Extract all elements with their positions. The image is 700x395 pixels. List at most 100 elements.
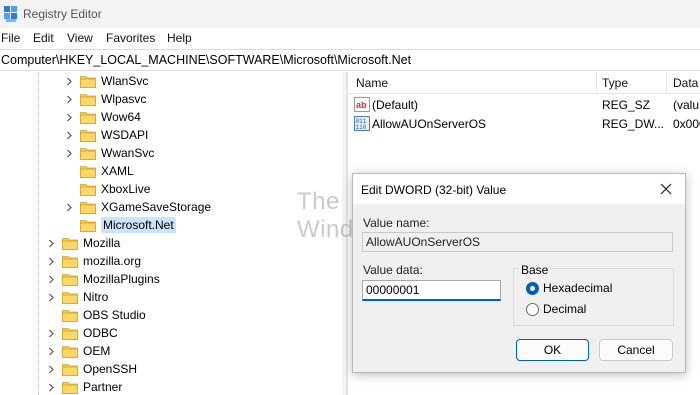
tree-item-label: WlanSvc	[101, 74, 149, 88]
edit-dword-dialog: Edit DWORD (32-bit) Value Value name: Al…	[352, 173, 686, 373]
tree-item[interactable]: XAML	[64, 162, 134, 180]
menu-edit[interactable]: Edit	[33, 31, 54, 45]
value-type: REG_SZ	[602, 98, 651, 112]
value-type: REG_DW...	[602, 117, 665, 131]
value-data-label: Value data:	[363, 263, 423, 277]
chevron-right-icon[interactable]	[46, 252, 56, 270]
tree-item-label: MozillaPlugins	[83, 272, 160, 286]
tree-item-label: Mozilla	[83, 236, 121, 250]
chevron-right-icon[interactable]	[64, 144, 74, 162]
chevron-right-icon[interactable]	[46, 234, 56, 252]
tree-item[interactable]: OpenSSH	[46, 360, 137, 378]
tree-item[interactable]: WlanSvc	[64, 72, 148, 90]
address-bar[interactable]: Computer\HKEY_LOCAL_MACHINE\SOFTWARE\Mic…	[0, 49, 700, 71]
tree-item-label: OpenSSH	[83, 362, 138, 376]
value-name: (Default)	[372, 98, 419, 112]
chevron-right-icon[interactable]	[46, 342, 56, 360]
hexadecimal-radio[interactable]	[526, 282, 539, 295]
value-data-input[interactable]	[362, 280, 501, 301]
title-bar: Registry Editor	[0, 0, 700, 28]
tree-item[interactable]: Wlpasvc	[64, 90, 146, 108]
close-icon[interactable]	[659, 182, 673, 196]
column-name-header[interactable]: Name	[356, 76, 388, 90]
registry-editor-icon	[4, 6, 17, 22]
tree-item[interactable]: Mozilla	[46, 234, 120, 252]
folder-icon	[80, 111, 96, 124]
tree-item-label: XAML	[101, 164, 134, 178]
value-data: (valu	[673, 98, 700, 112]
tree-item[interactable]: WSDAPI	[64, 126, 148, 144]
tree-item[interactable]: OEM	[46, 342, 110, 360]
folder-icon	[62, 363, 78, 376]
chevron-right-icon[interactable]	[64, 126, 74, 144]
tree-item[interactable]: Nitro	[46, 288, 108, 306]
folder-icon	[80, 165, 96, 178]
chevron-right-icon[interactable]	[46, 324, 56, 342]
tree-item[interactable]: Microsoft.Net	[64, 216, 176, 234]
ok-button[interactable]: OK	[516, 339, 589, 361]
tree-item-label: OBS Studio	[83, 308, 146, 322]
folder-icon	[80, 219, 96, 232]
list-row[interactable]: 011 110 AllowAUOnServerOS REG_DW... 0x00…	[348, 115, 700, 133]
chevron-right-icon[interactable]	[46, 378, 56, 395]
folder-icon	[62, 381, 78, 394]
menu-file[interactable]: File	[1, 31, 20, 45]
string-value-icon: ab	[354, 97, 370, 112]
value-name-field: AllowAUOnServerOS	[362, 232, 673, 252]
list-row[interactable]: ab (Default) REG_SZ (valu	[348, 96, 700, 114]
binary-value-icon: 011 110	[354, 116, 370, 131]
chevron-right-icon[interactable]	[64, 108, 74, 126]
dialog-title-bar[interactable]: Edit DWORD (32-bit) Value	[353, 174, 685, 204]
column-separator[interactable]	[666, 72, 667, 94]
folder-icon	[62, 255, 78, 268]
tree-item-label: ODBC	[83, 326, 118, 340]
tree-item[interactable]: MozillaPlugins	[46, 270, 160, 288]
menu-bar: File Edit View Favorites Help	[0, 28, 700, 49]
chevron-right-icon[interactable]	[64, 90, 74, 108]
svg-text:110: 110	[356, 124, 367, 131]
menu-favorites[interactable]: Favorites	[106, 31, 155, 45]
address-path[interactable]: Computer\HKEY_LOCAL_MACHINE\SOFTWARE\Mic…	[1, 53, 411, 67]
tree-item-label: mozilla.org	[83, 254, 142, 268]
chevron-right-icon[interactable]	[46, 288, 56, 306]
tree-item-label: Partner	[83, 380, 123, 394]
folder-icon	[80, 129, 96, 142]
value-name-label: Value name:	[363, 216, 430, 230]
window-title: Registry Editor	[23, 7, 102, 21]
menu-view[interactable]: View	[67, 31, 93, 45]
tree-guide-line	[38, 72, 39, 395]
menu-help[interactable]: Help	[167, 31, 192, 45]
column-type-header[interactable]: Type	[602, 76, 628, 90]
registry-tree[interactable]: WlanSvc Wlpasvc Wow64 WSDAPI WwanSvc XAML Xbox…	[0, 72, 342, 395]
folder-icon	[80, 183, 96, 196]
value-name: AllowAUOnServerOS	[372, 117, 487, 131]
folder-icon	[62, 237, 78, 250]
folder-icon	[62, 273, 78, 286]
tree-item-label: WSDAPI	[101, 128, 149, 142]
hexadecimal-label[interactable]: Hexadecimal	[543, 281, 612, 295]
tree-item[interactable]: XboxLive	[64, 180, 150, 198]
column-separator[interactable]	[596, 72, 597, 94]
tree-item-label: WwanSvc	[101, 146, 155, 160]
chevron-right-icon[interactable]	[46, 270, 56, 288]
column-data-header[interactable]: Data	[673, 76, 698, 90]
decimal-label[interactable]: Decimal	[543, 302, 586, 316]
tree-item[interactable]: Wow64	[64, 108, 141, 126]
tree-item[interactable]: Partner	[46, 378, 122, 395]
tree-item[interactable]: OBS Studio	[46, 306, 146, 324]
tree-item-label: XboxLive	[101, 182, 151, 196]
chevron-right-icon[interactable]	[46, 360, 56, 378]
tree-item[interactable]: ODBC	[46, 324, 118, 342]
cancel-button[interactable]: Cancel	[599, 339, 673, 361]
folder-icon	[62, 309, 78, 322]
chevron-right-icon[interactable]	[64, 72, 74, 90]
folder-icon	[80, 93, 96, 106]
folder-icon	[62, 327, 78, 340]
tree-item[interactable]: mozilla.org	[46, 252, 141, 270]
decimal-radio[interactable]	[526, 303, 539, 316]
tree-item[interactable]: XGameSaveStorage	[64, 198, 211, 216]
tree-item[interactable]: WwanSvc	[64, 144, 154, 162]
chevron-right-icon[interactable]	[64, 198, 74, 216]
